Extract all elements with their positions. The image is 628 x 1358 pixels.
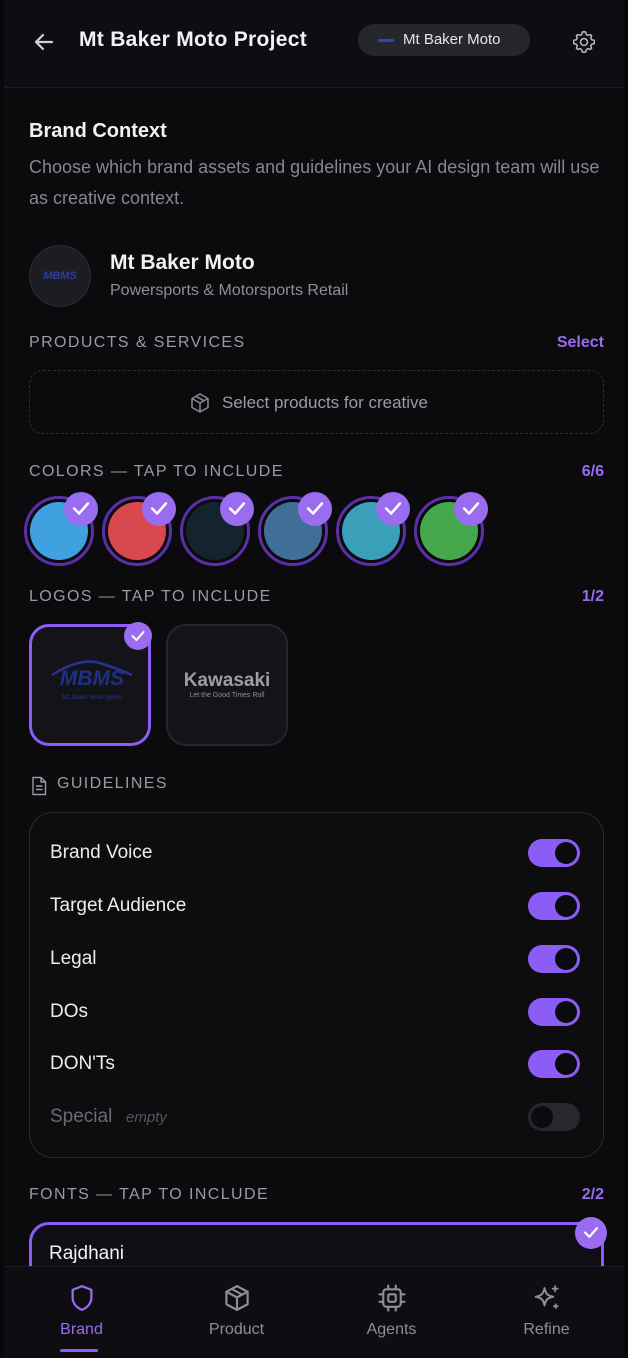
brand-pill-label: Mt Baker Moto xyxy=(403,31,501,48)
sparkle-icon xyxy=(534,1285,559,1309)
guideline-toggle[interactable] xyxy=(528,1103,580,1131)
toggle-knob xyxy=(531,1106,553,1128)
colors-count: 6/6 xyxy=(581,463,604,480)
active-tab-indicator xyxy=(60,1349,98,1352)
section-title: Brand Context xyxy=(29,120,167,142)
fonts-section-label: FONTS — TAP TO INCLUDE xyxy=(29,1186,270,1203)
guidelines-section-label: GUIDELINES xyxy=(57,775,168,792)
color-selected-check xyxy=(64,492,98,526)
color-selected-check xyxy=(298,492,332,526)
back-button[interactable] xyxy=(30,30,58,54)
fonts-count: 2/2 xyxy=(581,1186,604,1203)
check-icon xyxy=(384,502,402,515)
box-icon xyxy=(191,393,209,413)
app-frame: Mt Baker Moto Project Mt Baker Moto Bran… xyxy=(4,0,624,1358)
toggle-knob xyxy=(555,895,577,917)
toggle-knob xyxy=(555,1053,577,1075)
nav-tab-label: Refine xyxy=(523,1321,570,1338)
gear-icon xyxy=(572,30,596,54)
guideline-label: Brand Voice xyxy=(50,842,153,863)
settings-button[interactable] xyxy=(571,29,597,55)
guideline-row: Target Audience xyxy=(50,892,580,922)
color-selected-check xyxy=(376,492,410,526)
check-icon xyxy=(150,502,168,515)
guideline-label: Target Audience xyxy=(50,895,187,916)
nav-tab-refine[interactable]: Refine xyxy=(469,1267,624,1358)
top-bar: Mt Baker Moto Project Mt Baker Moto xyxy=(4,0,624,88)
brand-name: Mt Baker Moto xyxy=(110,251,255,274)
document-icon xyxy=(32,776,47,796)
select-products-placeholder: Select products for creative xyxy=(222,393,428,412)
nav-tab-label: Product xyxy=(208,1321,265,1338)
project-title: Mt Baker Moto Project xyxy=(79,28,307,51)
logo-kawasaki-subtext: Let the Good Times Roll xyxy=(189,692,265,699)
check-icon xyxy=(72,502,90,515)
logo-kawasaki-text: Kawasaki xyxy=(183,670,271,691)
brand-category: Powersports & Motorsports Retail xyxy=(110,282,349,299)
colors-section-label: COLORS — TAP TO INCLUDE xyxy=(29,463,284,480)
guideline-row: Special empty xyxy=(50,1103,580,1133)
toggle-knob xyxy=(555,842,577,864)
guideline-row: DON'Ts xyxy=(50,1050,580,1080)
toggle-knob xyxy=(555,1001,577,1023)
guideline-toggle[interactable] xyxy=(528,1050,580,1078)
logo-selected-check xyxy=(124,622,152,650)
section-description: Choose which brand assets and guidelines… xyxy=(29,157,600,208)
guideline-row: DOs xyxy=(50,998,580,1028)
chip-icon xyxy=(378,1284,406,1312)
color-selected-check xyxy=(454,492,488,526)
guideline-label: DON'Ts xyxy=(50,1053,115,1074)
check-icon xyxy=(131,631,145,641)
check-icon xyxy=(462,502,480,515)
toggle-knob xyxy=(555,948,577,970)
nav-tab-label: Agents xyxy=(366,1321,417,1338)
select-products-link[interactable]: Select xyxy=(557,334,604,352)
guideline-label: Special xyxy=(50,1106,113,1127)
guideline-toggle[interactable] xyxy=(528,892,580,920)
logo-mbms-text: MBMS xyxy=(59,667,125,690)
brand-avatar-text: MBMS xyxy=(43,270,77,282)
logos-section-label: LOGOS — TAP TO INCLUDE xyxy=(29,588,272,605)
brand-avatar: MBMS xyxy=(29,245,91,307)
logos-count: 1/2 xyxy=(581,588,604,605)
guideline-row: Legal xyxy=(50,945,580,975)
guideline-toggle[interactable] xyxy=(528,998,580,1026)
nav-tab-label: Brand xyxy=(60,1321,103,1338)
select-products-dropzone[interactable]: Select products for creative xyxy=(29,370,604,434)
guideline-toggle[interactable] xyxy=(528,839,580,867)
logo-tile-kawasaki[interactable]: Kawasaki Let the Good Times Roll xyxy=(166,624,288,746)
products-section-label: PRODUCTS & SERVICES xyxy=(29,334,246,351)
brand-switcher-pill[interactable]: Mt Baker Moto xyxy=(358,24,530,56)
check-icon xyxy=(583,1227,599,1238)
shield-icon xyxy=(71,1285,93,1311)
bottom-nav: Brand Product Agents Refine xyxy=(4,1266,624,1358)
nav-tab-brand[interactable]: Brand xyxy=(4,1267,159,1358)
guideline-label: DOs xyxy=(50,1001,88,1022)
guideline-label: Legal xyxy=(50,948,97,969)
nav-tab-agents[interactable]: Agents xyxy=(314,1267,469,1358)
font-name: Rajdhani xyxy=(49,1243,124,1264)
check-icon xyxy=(306,502,324,515)
guidelines-card: Brand Voice Target Audience Legal DOs DON'Ts… xyxy=(29,812,604,1158)
color-selected-check xyxy=(220,492,254,526)
arrow-left-icon xyxy=(34,33,54,51)
nav-tab-product[interactable]: Product xyxy=(159,1267,314,1358)
guideline-note: empty xyxy=(126,1109,167,1126)
color-selected-check xyxy=(142,492,176,526)
guideline-toggle[interactable] xyxy=(528,945,580,973)
logo-mbms-subtext: Mt. Baker Moto Sports xyxy=(62,695,122,701)
font-selected-check xyxy=(575,1217,607,1249)
guideline-row: Brand Voice xyxy=(50,839,580,869)
brand-color-dash xyxy=(378,39,394,42)
check-icon xyxy=(228,502,246,515)
box-icon xyxy=(225,1285,249,1311)
